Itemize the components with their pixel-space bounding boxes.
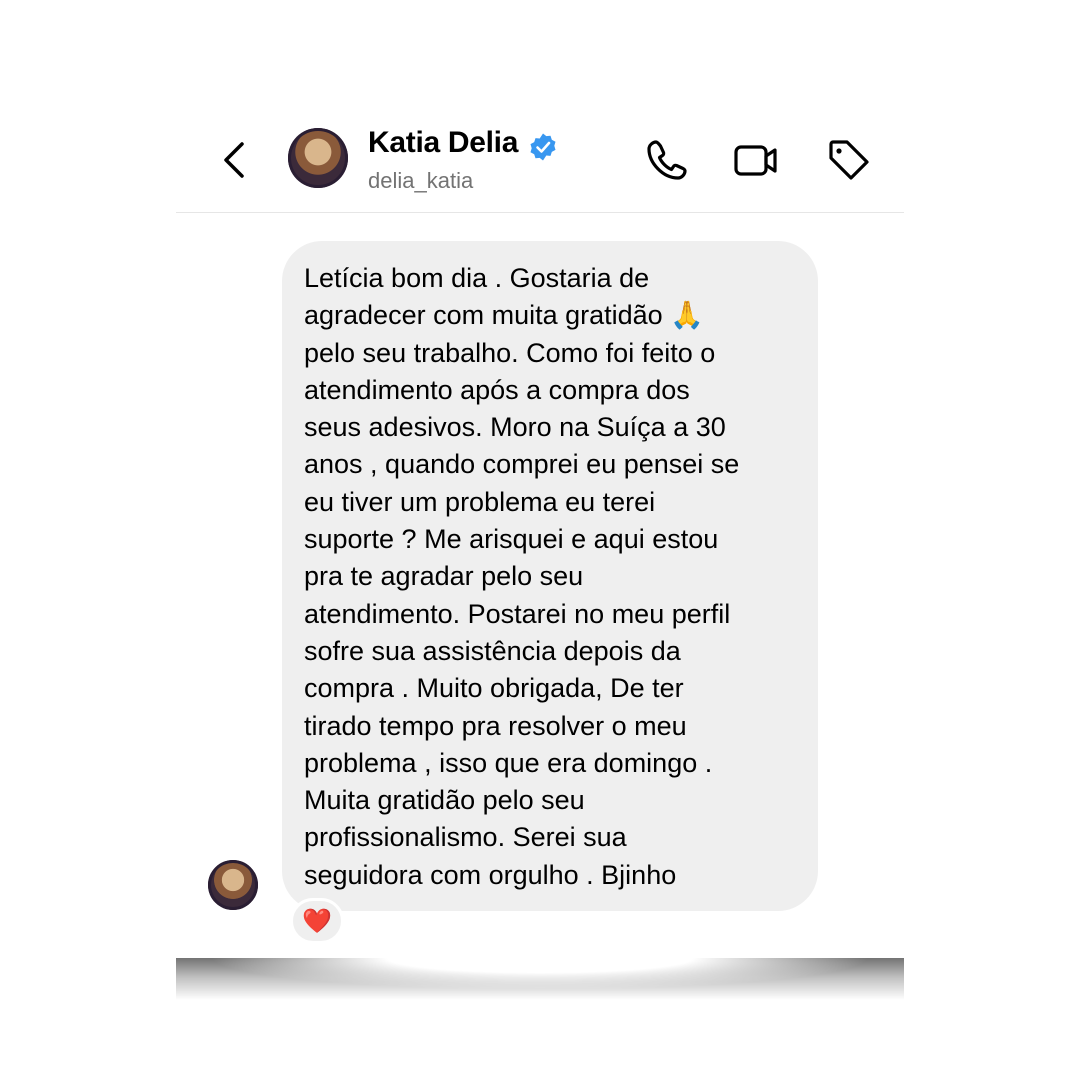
dm-conversation: Katia Delia delia_katia Letícia bom dia …	[176, 110, 904, 958]
message-text: Letícia bom dia . Gostaria de agradecer …	[304, 263, 740, 890]
profile-avatar[interactable]	[288, 128, 348, 188]
card-shadow	[176, 958, 904, 1000]
verified-badge-icon	[530, 133, 556, 161]
contact-handle: delia_katia	[368, 168, 474, 193]
video-camera-icon[interactable]	[732, 136, 780, 184]
back-icon[interactable]	[220, 138, 250, 182]
heart-reaction-icon[interactable]: ❤️	[290, 898, 344, 944]
phone-icon[interactable]	[642, 136, 690, 184]
tag-icon[interactable]	[824, 136, 872, 184]
sender-avatar[interactable]	[208, 860, 258, 910]
chat-header: Katia Delia delia_katia	[176, 110, 904, 213]
contact-name[interactable]: Katia Delia	[368, 126, 518, 160]
